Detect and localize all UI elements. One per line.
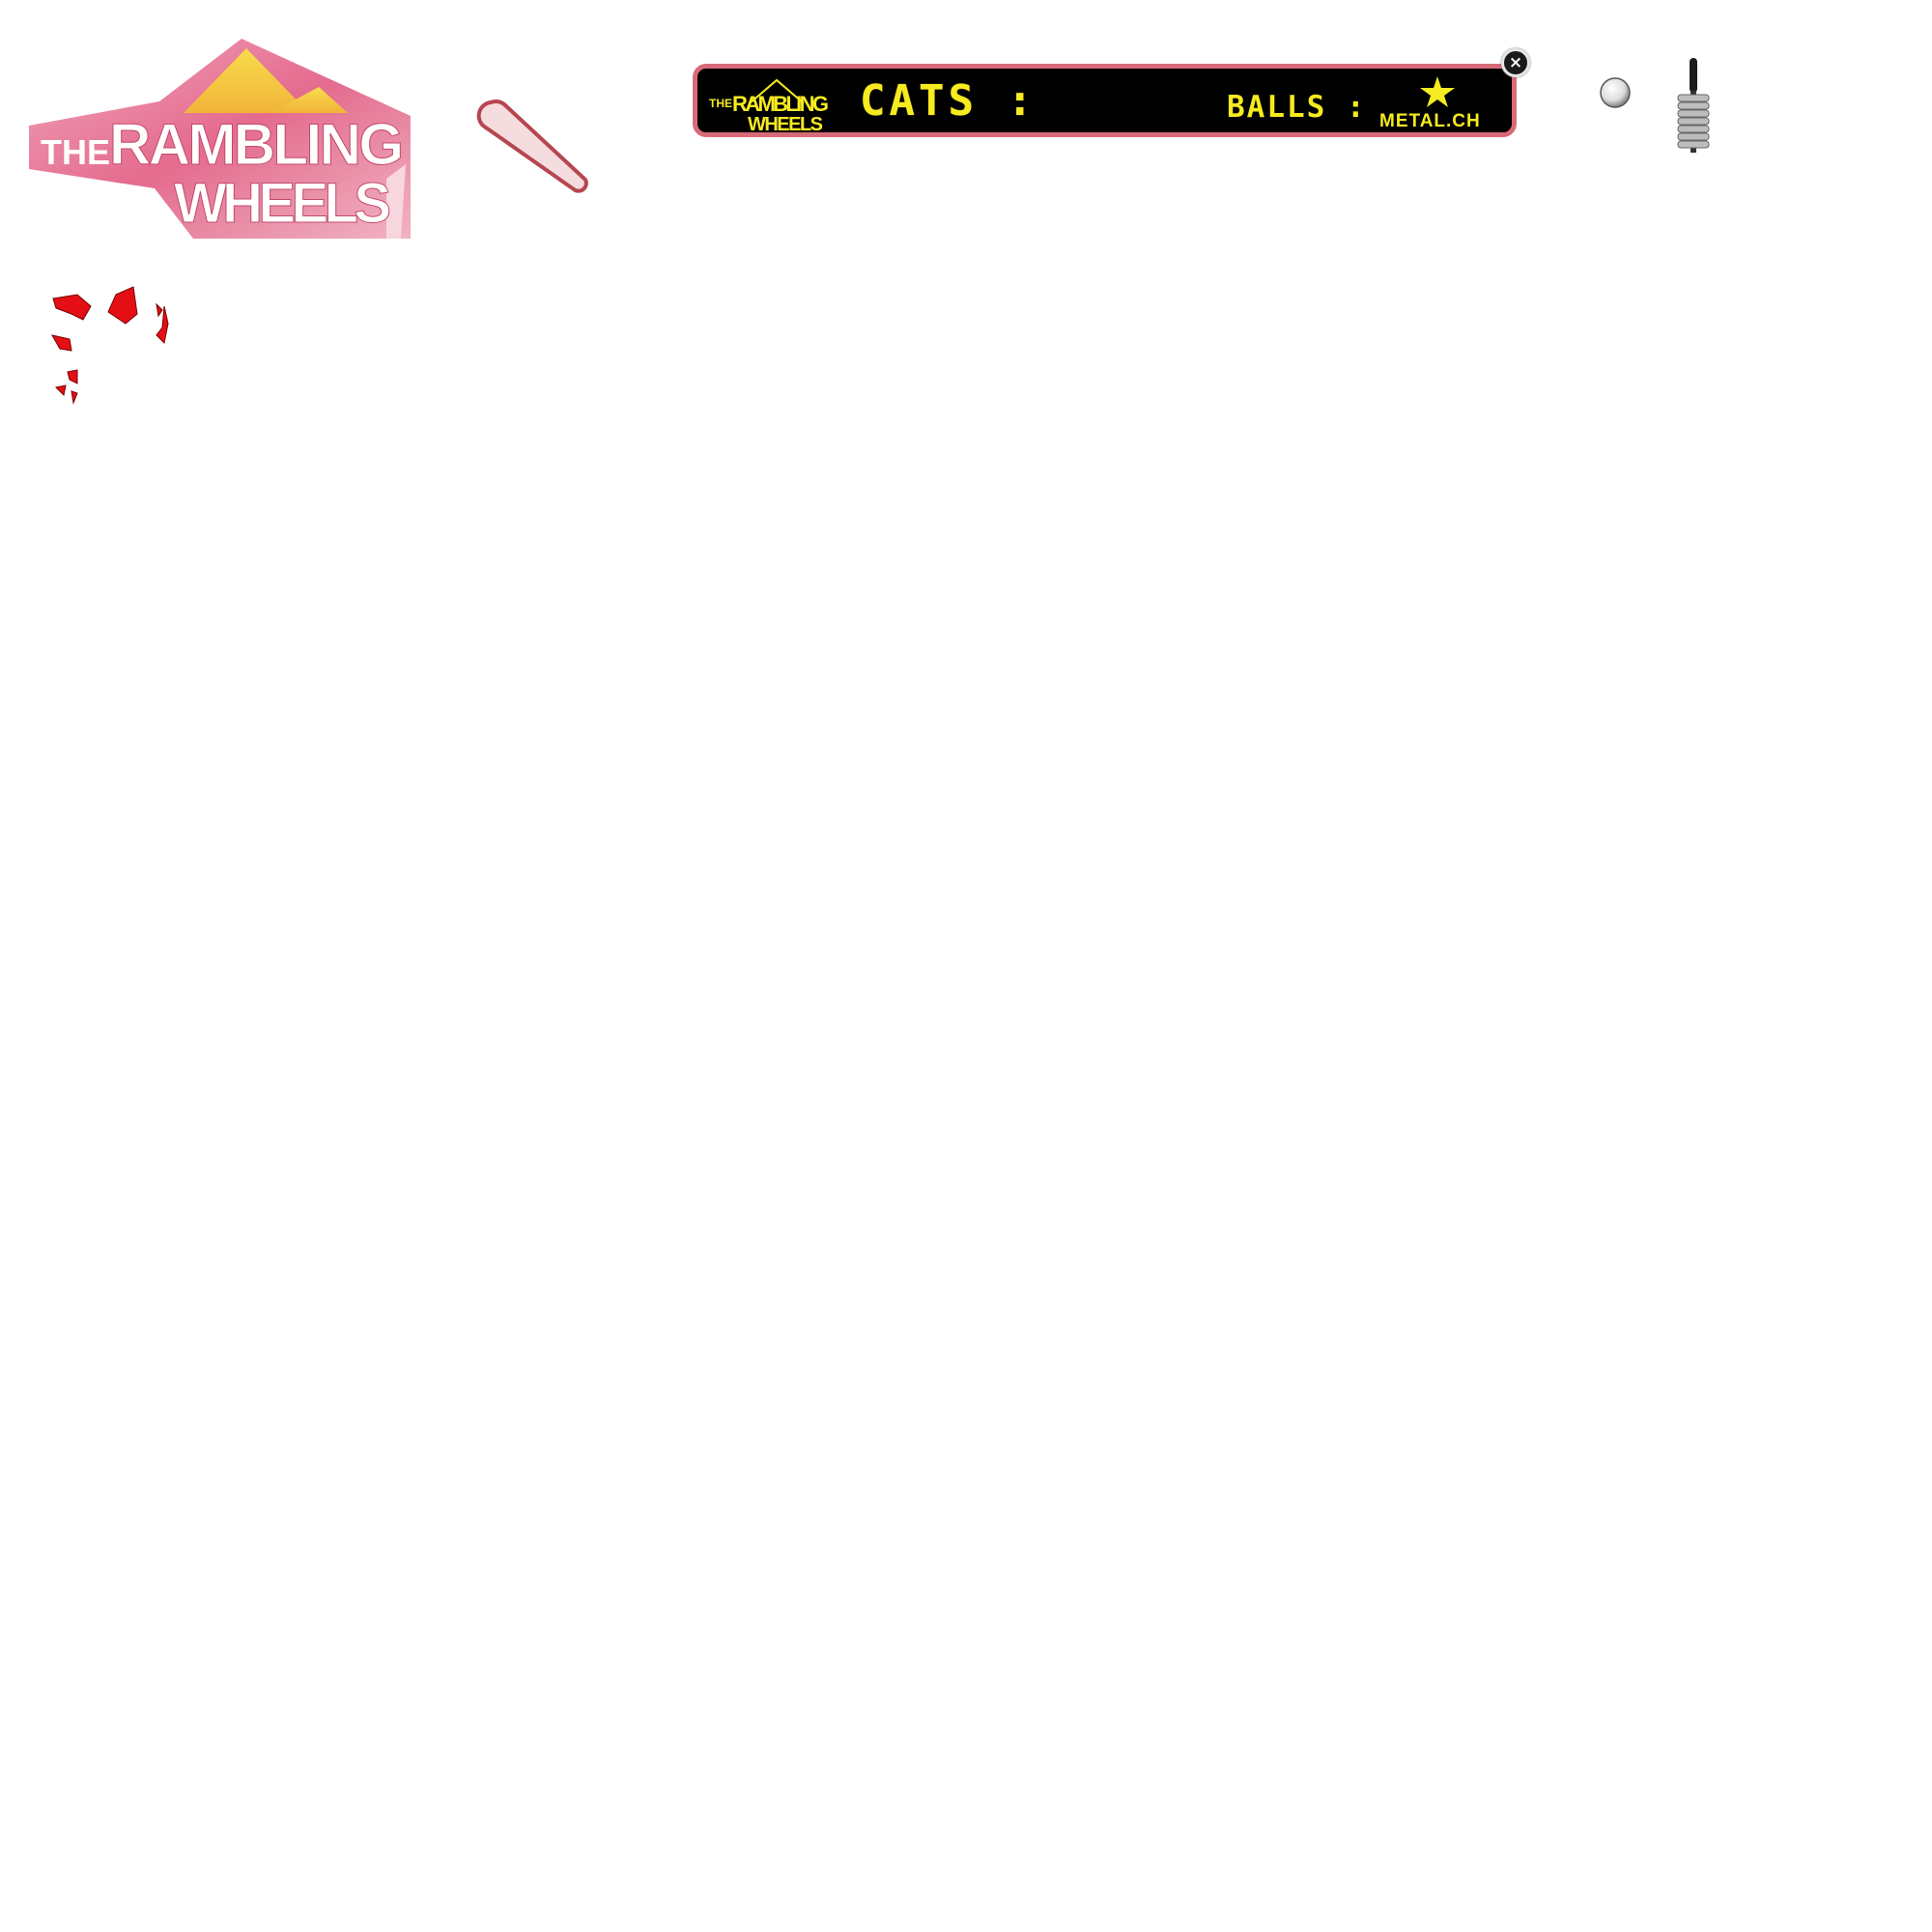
pinball-icon	[1600, 77, 1631, 108]
close-icon: ×	[1508, 53, 1523, 72]
svg-text:RAMBLING: RAMBLING	[109, 112, 404, 177]
close-button[interactable]: ×	[1501, 48, 1530, 77]
star-icon	[1420, 76, 1455, 107]
scoreboard: THE RAMBLING WHEELS CATS : BALLS : METAL…	[693, 64, 1517, 137]
svg-text:RAMBLING: RAMBLING	[732, 92, 829, 116]
balls-label: BALLS :	[1227, 90, 1367, 125]
svg-text:THE: THE	[709, 97, 732, 110]
game-logo: THE RAMBLING WHEELS	[29, 39, 411, 239]
cats-label: CATS :	[860, 76, 1037, 126]
svg-text:WHEELS: WHEELS	[748, 114, 823, 132]
svg-text:WHEELS: WHEELS	[174, 172, 391, 235]
flipper-icon	[476, 99, 588, 193]
svg-text:THE: THE	[41, 132, 110, 172]
debris-icon	[51, 286, 169, 405]
scoreboard-logo: THE RAMBLING WHEELS	[709, 78, 829, 132]
sponsor-label: METAL.CH	[1379, 111, 1481, 131]
plunger-icon	[1677, 58, 1710, 153]
